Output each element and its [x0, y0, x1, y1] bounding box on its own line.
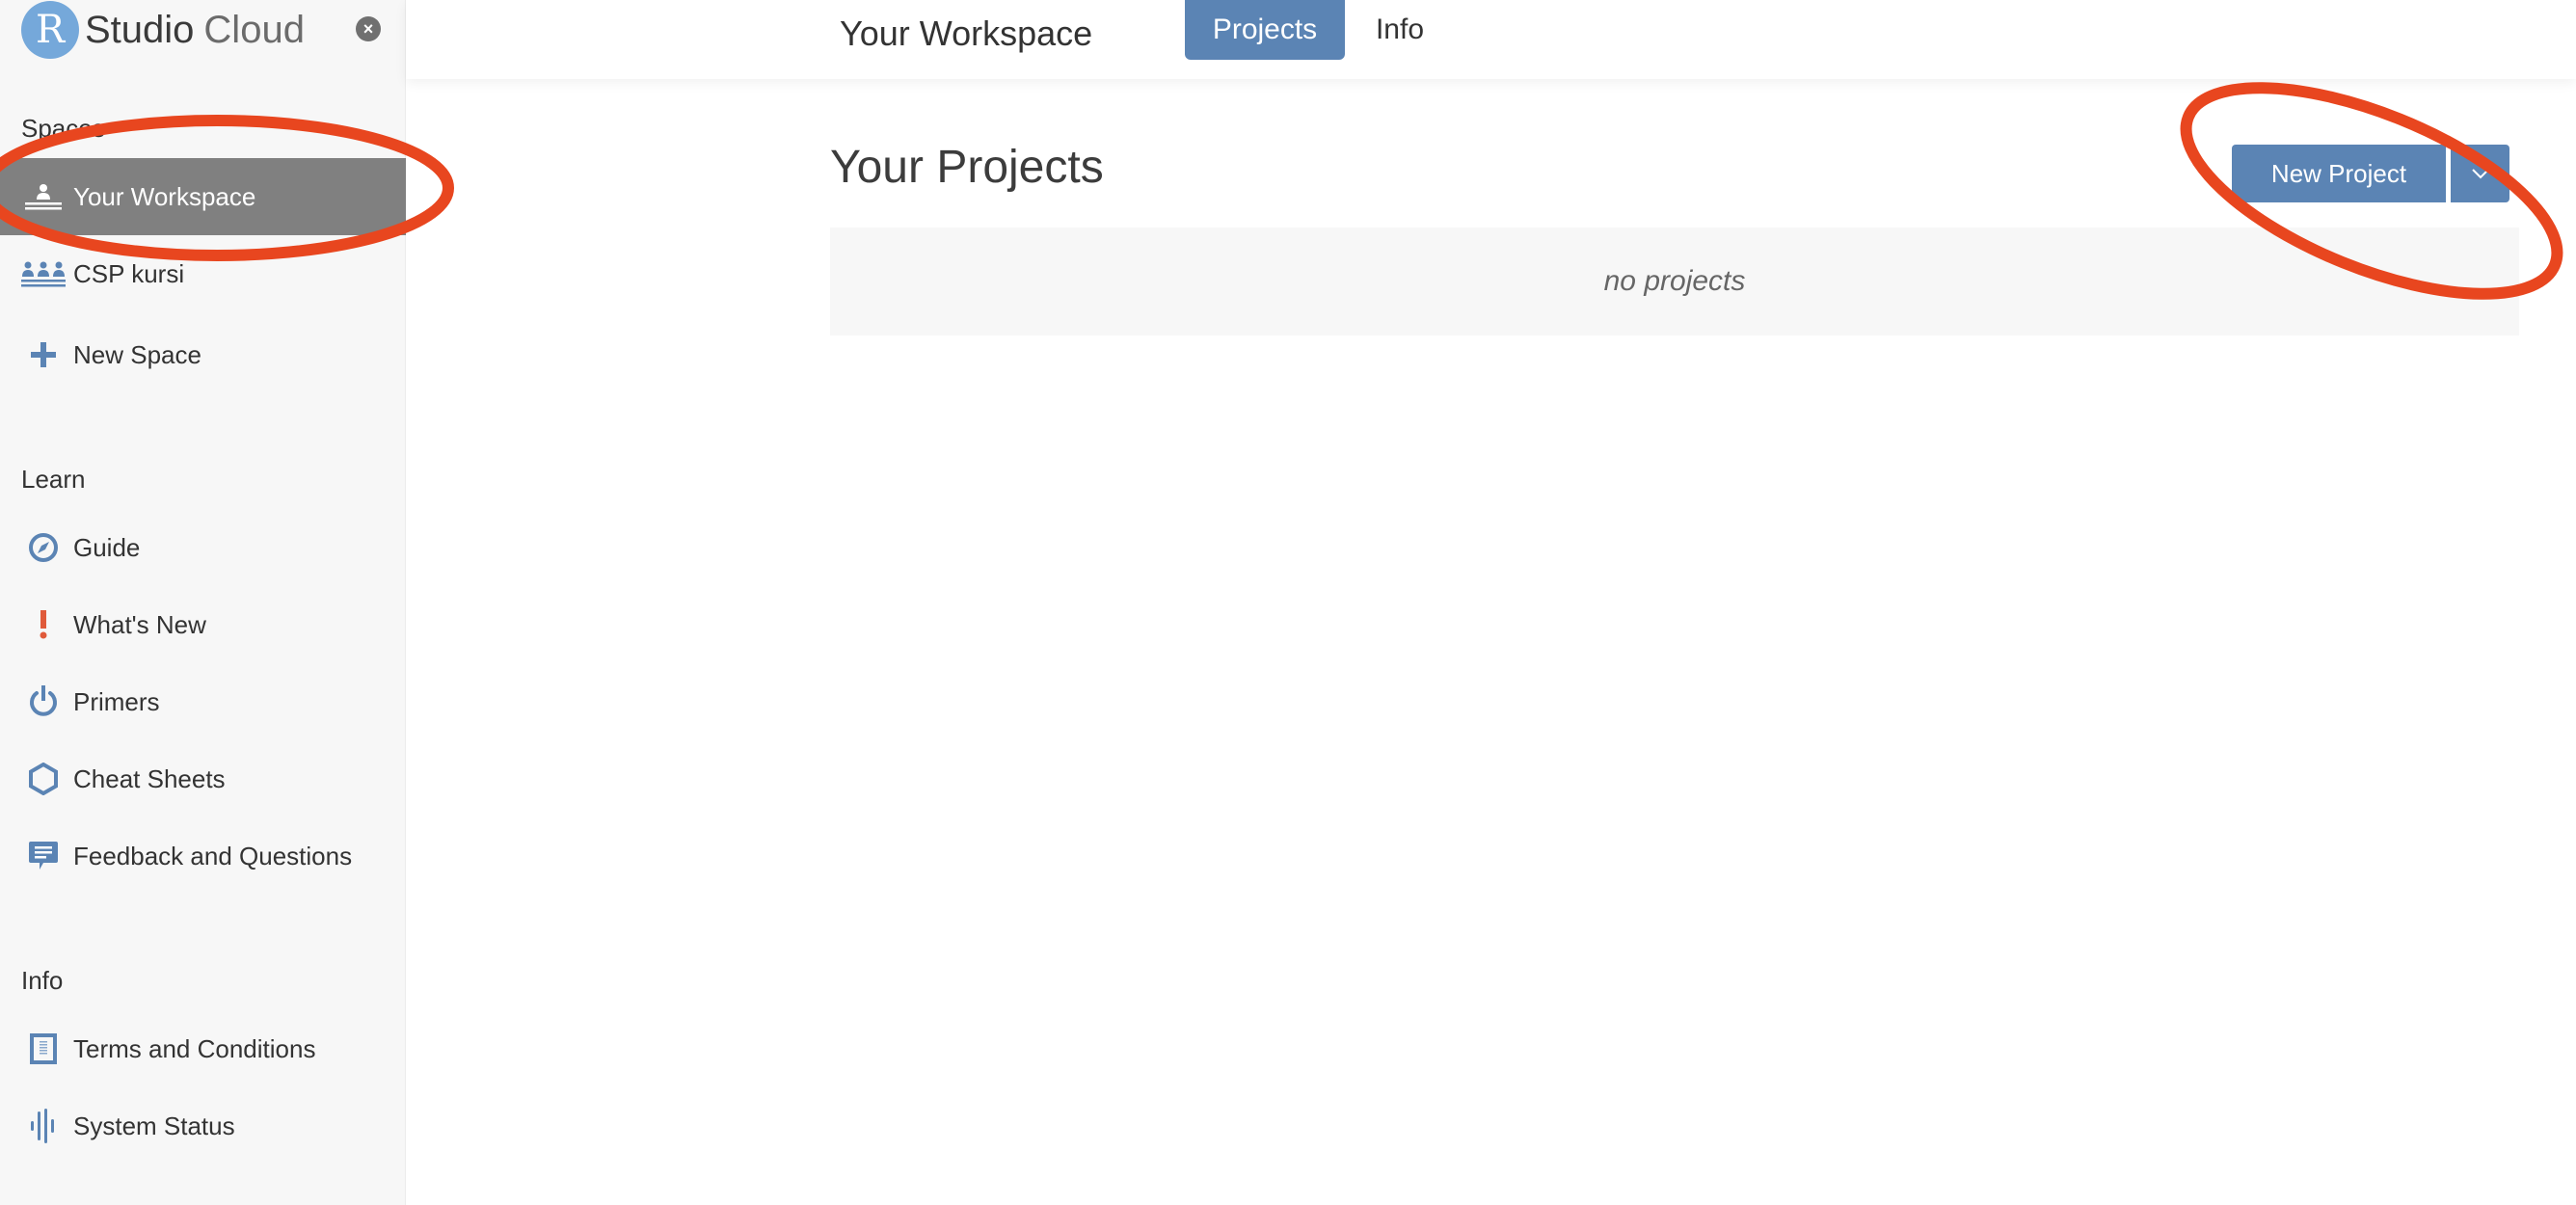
sidebar-item-new-space[interactable]: New Space [0, 316, 406, 393]
header-title: Your Workspace [840, 13, 1093, 53]
section-label-learn: Learn [21, 465, 86, 494]
section-label-spaces: Spaces [21, 114, 105, 143]
sidebar-item-your-workspace[interactable]: Your Workspace [0, 158, 406, 235]
sidebar-item-primers[interactable]: Primers [0, 663, 406, 740]
rstudio-logo-icon: R [21, 1, 79, 59]
brand-name-light: Cloud [203, 8, 305, 51]
section-label-info: Info [21, 966, 64, 995]
page-title: Your Projects [830, 142, 1104, 193]
sidebar: R Studio Cloud × Spaces Your Workspace C… [0, 0, 406, 1205]
document-icon [21, 1033, 66, 1064]
plus-icon [21, 342, 66, 367]
new-project-button[interactable]: New Project [2232, 145, 2446, 202]
person-desk-icon [21, 182, 66, 211]
brand-name-bold: Studio [85, 8, 195, 51]
empty-state-text: no projects [1603, 265, 1746, 297]
sidebar-item-label: System Status [73, 1111, 235, 1140]
sidebar-item-terms[interactable]: Terms and Conditions [0, 1010, 406, 1087]
projects-list: no projects [830, 228, 2519, 335]
sidebar-item-label: Guide [73, 532, 141, 562]
sidebar-item-label: New Space [73, 339, 201, 369]
power-icon [21, 685, 66, 718]
group-icon [21, 259, 66, 288]
sidebar-item-cheat-sheets[interactable]: Cheat Sheets [0, 740, 406, 817]
compass-icon [21, 532, 66, 563]
sidebar-item-guide[interactable]: Guide [0, 509, 406, 586]
chat-bubble-icon [21, 840, 66, 872]
top-header: Your Workspace Projects Info [406, 0, 2576, 79]
sidebar-item-label: Feedback and Questions [73, 841, 353, 870]
tab-info[interactable]: Info [1366, 0, 1434, 60]
sidebar-item-label: Terms and Conditions [73, 1033, 316, 1063]
chevron-down-icon [2471, 169, 2489, 179]
exclamation-icon [21, 610, 66, 639]
close-sidebar-button[interactable]: × [356, 16, 381, 41]
hexagon-icon [21, 763, 66, 795]
sidebar-item-label: What's New [73, 609, 206, 639]
sidebar-item-system-status[interactable]: System Status [0, 1087, 406, 1165]
close-icon: × [362, 19, 374, 39]
sidebar-item-label: CSP kursi [73, 258, 185, 288]
sidebar-item-label: Cheat Sheets [73, 763, 226, 793]
sidebar-item-feedback[interactable]: Feedback and Questions [0, 817, 406, 895]
brand-logo[interactable]: R Studio Cloud [21, 0, 305, 60]
new-project-dropdown-button[interactable] [2451, 145, 2509, 202]
new-project-button-group: New Project [2232, 145, 2509, 202]
sidebar-item-label: Primers [73, 686, 160, 716]
sidebar-item-csp-kursi[interactable]: CSP kursi [0, 235, 406, 312]
sidebar-item-label: Your Workspace [73, 181, 256, 211]
pulse-icon [21, 1109, 66, 1143]
sidebar-item-whats-new[interactable]: What's New [0, 586, 406, 663]
tab-projects[interactable]: Projects [1185, 0, 1345, 60]
